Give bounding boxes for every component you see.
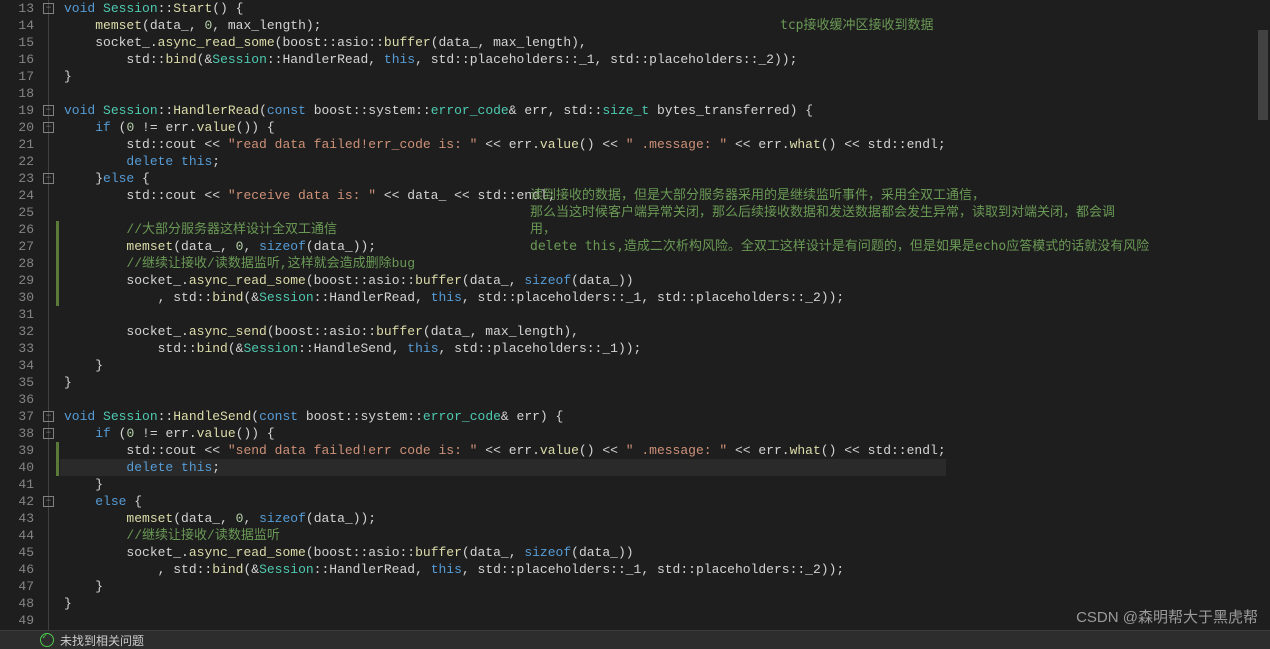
fold-column[interactable]: − − − − − − − bbox=[42, 0, 56, 630]
annotation: tcp接收缓冲区接收到数据 bbox=[780, 17, 933, 34]
code-line[interactable]: void Session::Start() { bbox=[60, 0, 946, 17]
code-line[interactable]: , std::bind(&Session::HandlerRead, this,… bbox=[60, 561, 946, 578]
line-number-gutter: 1314151617181920212223242526272829303132… bbox=[0, 0, 42, 630]
code-editor[interactable]: 1314151617181920212223242526272829303132… bbox=[0, 0, 1270, 630]
fold-toggle[interactable]: − bbox=[43, 122, 54, 133]
code-area[interactable]: void Session::Start() { memset(data_, 0,… bbox=[60, 0, 1270, 630]
code-line[interactable]: else { bbox=[60, 493, 946, 510]
code-line[interactable]: if (0 != err.value()) { bbox=[60, 425, 946, 442]
code-line[interactable]: void Session::HandlerRead(const boost::s… bbox=[60, 102, 946, 119]
code-line[interactable]: //大部分服务器这样设计全双工通信 bbox=[60, 221, 946, 238]
code-line[interactable]: //继续让接收/读数据监听,这样就会造成删除bug bbox=[60, 255, 946, 272]
fold-toggle[interactable]: − bbox=[43, 105, 54, 116]
code-line[interactable] bbox=[60, 391, 946, 408]
annotation: delete this,造成二次析构风险。全双工这样设计是有问题的，但是如果是e… bbox=[530, 238, 1149, 255]
status-text: 未找到相关问题 bbox=[60, 632, 144, 649]
code-line[interactable]: } bbox=[60, 68, 946, 85]
code-line[interactable]: socket_.async_read_some(boost::asio::buf… bbox=[60, 272, 946, 289]
code-line[interactable]: } bbox=[60, 357, 946, 374]
code-line[interactable]: if (0 != err.value()) { bbox=[60, 119, 946, 136]
code-line[interactable]: , std::bind(&Session::HandlerRead, this,… bbox=[60, 289, 946, 306]
scrollbar-thumb[interactable] bbox=[1258, 30, 1268, 120]
code-line[interactable]: } bbox=[60, 374, 946, 391]
fold-toggle[interactable]: − bbox=[43, 3, 54, 14]
code-line[interactable]: socket_.async_read_some(boost::asio::buf… bbox=[60, 544, 946, 561]
fold-toggle[interactable]: − bbox=[43, 496, 54, 507]
code-line[interactable] bbox=[60, 85, 946, 102]
status-bar: 未找到相关问题 bbox=[0, 630, 1270, 649]
code-line[interactable]: std::bind(&Session::HandlerRead, this, s… bbox=[60, 51, 946, 68]
fold-toggle[interactable]: − bbox=[43, 428, 54, 439]
code-line[interactable]: delete this; bbox=[60, 459, 946, 476]
code-line[interactable]: //继续让接收/读数据监听 bbox=[60, 527, 946, 544]
annotation: 那么当这时候客户端异常关闭，那么后续接收数据和发送数据都会发生异常，读取到对端关… bbox=[530, 204, 1115, 221]
code-line[interactable]: } bbox=[60, 476, 946, 493]
code-line[interactable]: std::cout << "read data failed!err_code … bbox=[60, 136, 946, 153]
code-line[interactable]: std::cout << "send data failed!err code … bbox=[60, 442, 946, 459]
code-line[interactable]: memset(data_, 0, sizeof(data_)); bbox=[60, 510, 946, 527]
vertical-scrollbar[interactable] bbox=[1256, 0, 1270, 630]
check-icon bbox=[40, 633, 54, 647]
code-line[interactable]: socket_.async_read_some(boost::asio::buf… bbox=[60, 34, 946, 51]
code-line[interactable]: }else { bbox=[60, 170, 946, 187]
code-line[interactable]: void Session::HandleSend(const boost::sy… bbox=[60, 408, 946, 425]
code-line[interactable] bbox=[60, 306, 946, 323]
code-line[interactable] bbox=[60, 612, 946, 629]
code-line[interactable]: } bbox=[60, 578, 946, 595]
code-line[interactable]: } bbox=[60, 595, 946, 612]
annotation: 读到接收的数据，但是大部分服务器采用的是继续监听事件，采用全双工通信， bbox=[530, 187, 985, 204]
code-line[interactable]: delete this; bbox=[60, 153, 946, 170]
code-line[interactable]: std::bind(&Session::HandleSend, this, st… bbox=[60, 340, 946, 357]
code-line[interactable]: socket_.async_send(boost::asio::buffer(d… bbox=[60, 323, 946, 340]
annotation: 用， bbox=[530, 221, 556, 238]
fold-toggle[interactable]: − bbox=[43, 411, 54, 422]
watermark: CSDN @森明帮大于黑虎帮 bbox=[1076, 606, 1258, 627]
fold-toggle[interactable]: − bbox=[43, 173, 54, 184]
